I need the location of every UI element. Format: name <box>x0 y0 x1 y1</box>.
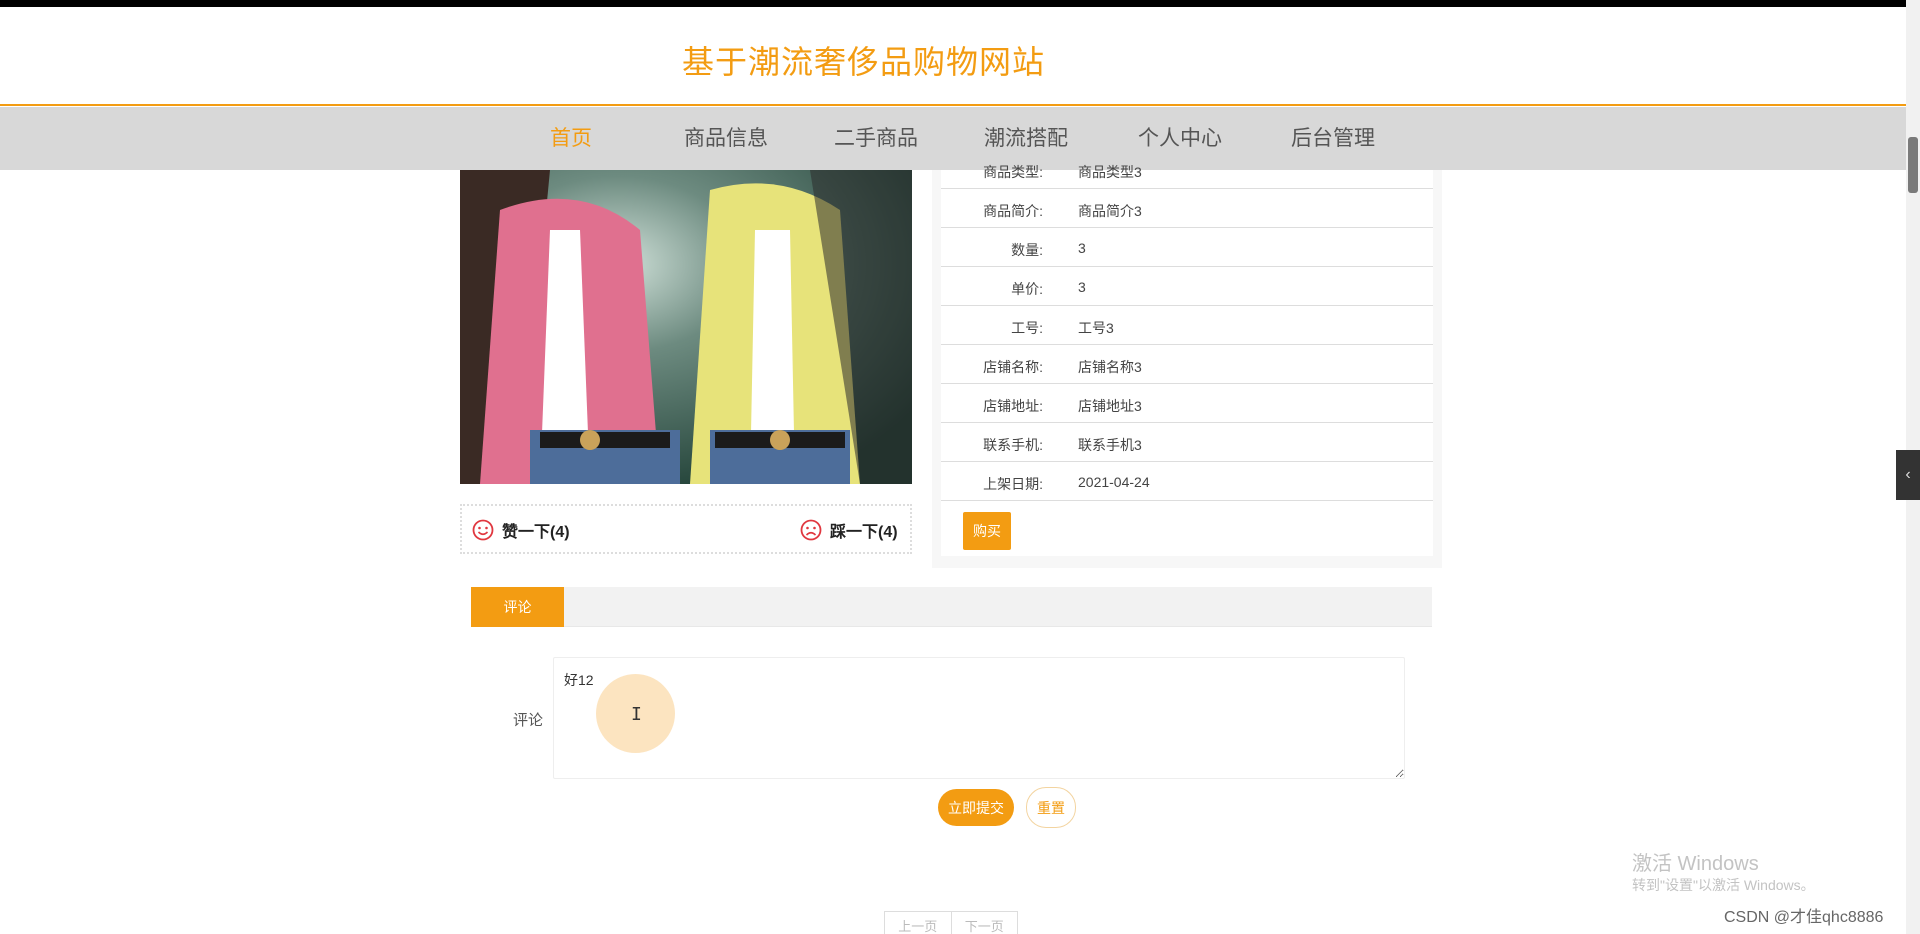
info-value: 2021-04-24 <box>1078 474 1150 490</box>
info-label: 店铺名称: <box>983 359 1043 375</box>
product-image <box>460 170 912 484</box>
info-label: 单价: <box>1011 281 1043 297</box>
info-label: 联系手机: <box>983 437 1043 453</box>
comment-textarea[interactable] <box>553 657 1405 779</box>
site-title: 基于潮流奢侈品购物网站 <box>682 43 1046 81</box>
info-label: 店铺地址: <box>983 398 1043 414</box>
info-row-listed-date: 上架日期: 2021-04-24 <box>941 462 1433 501</box>
dislike-label: 踩一下(4) <box>830 524 898 541</box>
info-value: 联系手机3 <box>1078 437 1142 453</box>
like-label: 赞一下(4) <box>502 524 570 541</box>
chevron-left-icon: ‹ <box>1905 466 1911 483</box>
info-label: 数量: <box>1011 242 1043 258</box>
windows-activation-watermark-subtitle: 转到"设置"以激活 Windows。 <box>1632 877 1815 893</box>
text-cursor-icon: Ι <box>631 704 642 725</box>
comment-field-label: 评论 <box>513 712 544 729</box>
nav-item-home[interactable]: 首页 <box>550 107 592 170</box>
vote-box: 赞一下(4) 踩一下(4) <box>460 504 912 554</box>
info-row-shop-name: 店铺名称: 店铺名称3 <box>941 345 1433 384</box>
product-info-panel: 商品类型: 商品类型3 商品简介: 商品简介3 数量: 3 单价: 3 工号: … <box>932 164 1442 568</box>
reset-button[interactable]: 重置 <box>1026 787 1076 828</box>
site-header: 基于潮流奢侈品购物网站 <box>0 7 1906 106</box>
nav-item-secondhand[interactable]: 二手商品 <box>834 107 918 170</box>
info-value: 3 <box>1078 279 1086 295</box>
next-page-button[interactable]: 下一页 <box>950 912 1018 934</box>
csdn-watermark: CSDN @才佳qhc8886 <box>1724 909 1884 926</box>
info-row-quantity: 数量: 3 <box>941 228 1433 267</box>
buy-button[interactable]: 购买 <box>963 512 1011 550</box>
scrollbar-thumb[interactable] <box>1908 137 1918 193</box>
product-photo-illustration <box>460 170 912 484</box>
tab-comments[interactable]: 评论 <box>471 587 564 627</box>
window-top-bar <box>0 0 1920 7</box>
info-label: 商品简介: <box>983 203 1043 219</box>
side-panel-toggle[interactable]: ‹ <box>1896 450 1920 500</box>
info-value: 商品简介3 <box>1078 203 1142 219</box>
pagination: 上一页 下一页 <box>884 911 1018 934</box>
info-value: 商品类型3 <box>1078 164 1142 180</box>
comment-tab-bar: 评论 <box>471 587 1432 627</box>
info-value: 店铺地址3 <box>1078 398 1142 414</box>
info-row-type: 商品类型: 商品类型3 <box>941 150 1433 189</box>
info-row-price: 单价: 3 <box>941 267 1433 306</box>
info-row-phone: 联系手机: 联系手机3 <box>941 423 1433 462</box>
info-value: 工号3 <box>1078 320 1114 336</box>
info-label: 工号: <box>1011 320 1043 336</box>
prev-page-button[interactable]: 上一页 <box>885 912 951 934</box>
dislike-button[interactable]: 踩一下(4) <box>800 518 898 542</box>
submit-button[interactable]: 立即提交 <box>938 789 1014 826</box>
nav-item-products[interactable]: 商品信息 <box>684 107 768 170</box>
like-button[interactable]: 赞一下(4) <box>472 518 570 542</box>
windows-activation-watermark-title: 激活 Windows <box>1632 853 1759 875</box>
info-row-intro: 商品简介: 商品简介3 <box>941 189 1433 228</box>
sad-face-icon <box>800 519 822 541</box>
info-label: 上架日期: <box>983 476 1043 492</box>
info-value: 3 <box>1078 240 1086 256</box>
info-label: 商品类型: <box>983 164 1043 180</box>
info-value: 店铺名称3 <box>1078 359 1142 375</box>
smile-icon <box>472 519 494 541</box>
info-row-employee-id: 工号: 工号3 <box>941 306 1433 345</box>
info-row-shop-address: 店铺地址: 店铺地址3 <box>941 384 1433 423</box>
product-info-table: 商品类型: 商品类型3 商品简介: 商品简介3 数量: 3 单价: 3 工号: … <box>941 164 1433 556</box>
